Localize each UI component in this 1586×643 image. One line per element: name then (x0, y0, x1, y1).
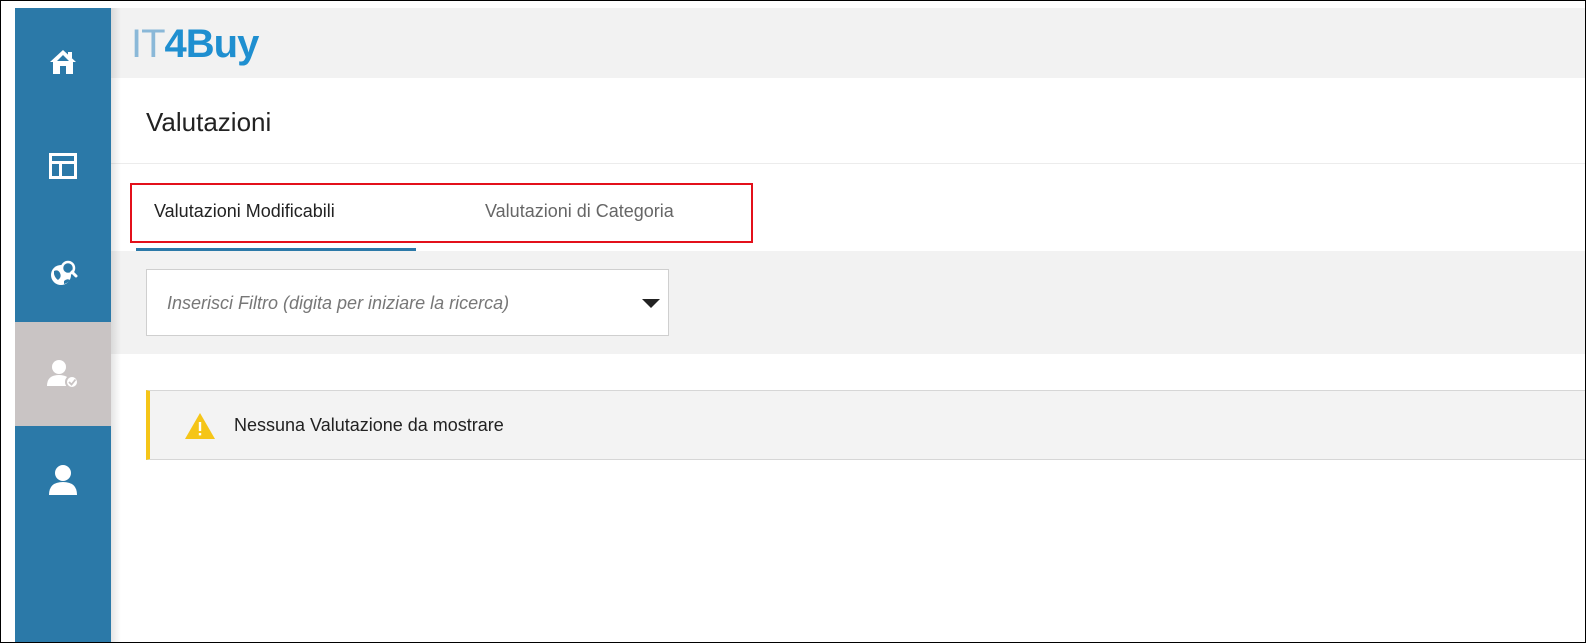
top-header: IT4Buy (111, 8, 1585, 78)
sidebar-item-profile[interactable] (15, 440, 111, 520)
tab-bar: Valutazioni Modificabili Valutazioni di … (111, 164, 1585, 250)
globe-search-icon (51, 260, 78, 285)
alert-message: Nessuna Valutazione da mostrare (234, 415, 504, 435)
sidebar-item-home[interactable] (15, 26, 111, 98)
app-window: IT4Buy Valutazioni Valutazioni Modificab… (0, 0, 1586, 643)
tab-category-evaluations[interactable]: Valutazioni di Categoria (485, 200, 674, 222)
page-title: Valutazioni (146, 107, 272, 137)
sidebar-item-search[interactable] (15, 234, 111, 314)
dashboard-icon (49, 153, 77, 179)
sidebar-item-evaluations[interactable] (15, 322, 111, 426)
logo-prefix: IT (131, 22, 166, 66)
logo-suffix: 4Buy (164, 22, 260, 66)
tab-editable-evaluations[interactable]: Valutazioni Modificabili (154, 200, 335, 222)
user-check-icon (47, 360, 79, 389)
user-icon (49, 465, 77, 495)
filter-combobox[interactable] (146, 269, 669, 336)
sidebar-item-dashboard[interactable] (15, 126, 111, 206)
app-logo[interactable]: IT4Buy (131, 22, 260, 66)
empty-state-alert: Nessuna Valutazione da mostrare (146, 390, 1585, 460)
sidebar (15, 8, 111, 642)
warning-icon (185, 413, 215, 439)
sidebar-shadow (111, 8, 121, 642)
home-icon (50, 50, 76, 74)
filter-input[interactable] (167, 290, 617, 316)
caret-down-icon[interactable] (642, 299, 660, 308)
